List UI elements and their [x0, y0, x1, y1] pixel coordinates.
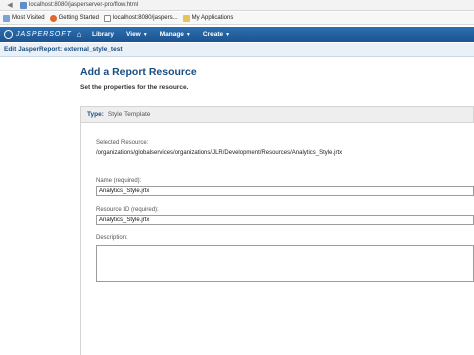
browser-address-bar: ◀ localhost:8080/jasperserver-pro/flow.h…	[0, 0, 474, 11]
main-nav-bar: JASPERSOFT ⌂ Library View ▼ Manage ▼ Cre…	[0, 27, 474, 42]
jaspersoft-logo-icon	[4, 30, 13, 39]
bookmark-most-visited[interactable]: Most Visited	[3, 14, 45, 22]
name-label: Name (required):	[96, 178, 142, 184]
breadcrumb-text: Edit JasperReport: external_style_test	[4, 46, 123, 53]
bookmark-label: localhost:8080/jaspers...	[112, 15, 178, 21]
logo-text: JASPERSOFT	[16, 31, 72, 38]
bookmark-getting-started[interactable]: Getting Started	[49, 14, 99, 22]
nav-manage[interactable]: Manage ▼	[154, 27, 197, 42]
folder-icon	[182, 14, 190, 22]
type-value: Style Template	[107, 111, 151, 118]
getting-started-icon	[49, 14, 57, 22]
most-visited-icon	[3, 14, 10, 22]
resource-type-bar: Type: Style Template	[80, 106, 474, 123]
resource-id-label: Resource ID (required):	[96, 207, 159, 213]
bookmark-label: Most Visited	[12, 15, 45, 21]
site-favicon-icon	[20, 1, 27, 9]
chevron-down-icon: ▼	[185, 31, 191, 38]
page-title: Add a Report Resource	[80, 66, 197, 78]
bookmark-label: Getting Started	[58, 15, 99, 21]
type-label: Type:	[87, 111, 104, 118]
name-field[interactable]	[96, 186, 474, 196]
resource-id-field[interactable]	[96, 215, 474, 225]
selected-resource-path: /organizations/globalservices/organizati…	[96, 150, 343, 156]
nav-label: Create	[202, 31, 224, 38]
bookmarks-bar: Most Visited Getting Started localhost:8…	[0, 12, 474, 25]
nav-library[interactable]: Library	[86, 27, 120, 42]
page-icon	[103, 14, 111, 22]
nav-view[interactable]: View ▼	[120, 27, 154, 42]
bookmark-label: My Applications	[191, 15, 234, 21]
description-field[interactable]	[96, 245, 474, 282]
url-field[interactable]: localhost:8080/jasperserver-pro/flow.htm…	[29, 2, 138, 8]
page-subtitle: Set the properties for the resource.	[80, 84, 189, 91]
description-label: Description:	[96, 235, 128, 241]
bookmark-localhost[interactable]: localhost:8080/jaspers...	[103, 14, 178, 22]
back-icon[interactable]: ◀	[0, 0, 20, 11]
chevron-down-icon: ▼	[142, 31, 148, 38]
form-panel	[80, 123, 474, 355]
nav-label: View	[126, 31, 141, 38]
nav-create[interactable]: Create ▼	[197, 27, 236, 42]
nav-label: Manage	[159, 31, 184, 38]
selected-resource-label: Selected Resource:	[96, 140, 149, 146]
nav-label: Library	[92, 31, 115, 38]
home-icon[interactable]: ⌂	[72, 27, 86, 42]
breadcrumb: Edit JasperReport: external_style_test	[0, 43, 474, 57]
chevron-down-icon: ▼	[225, 31, 231, 38]
bookmark-my-applications[interactable]: My Applications	[182, 14, 234, 22]
jaspersoft-logo: JASPERSOFT	[0, 27, 72, 42]
